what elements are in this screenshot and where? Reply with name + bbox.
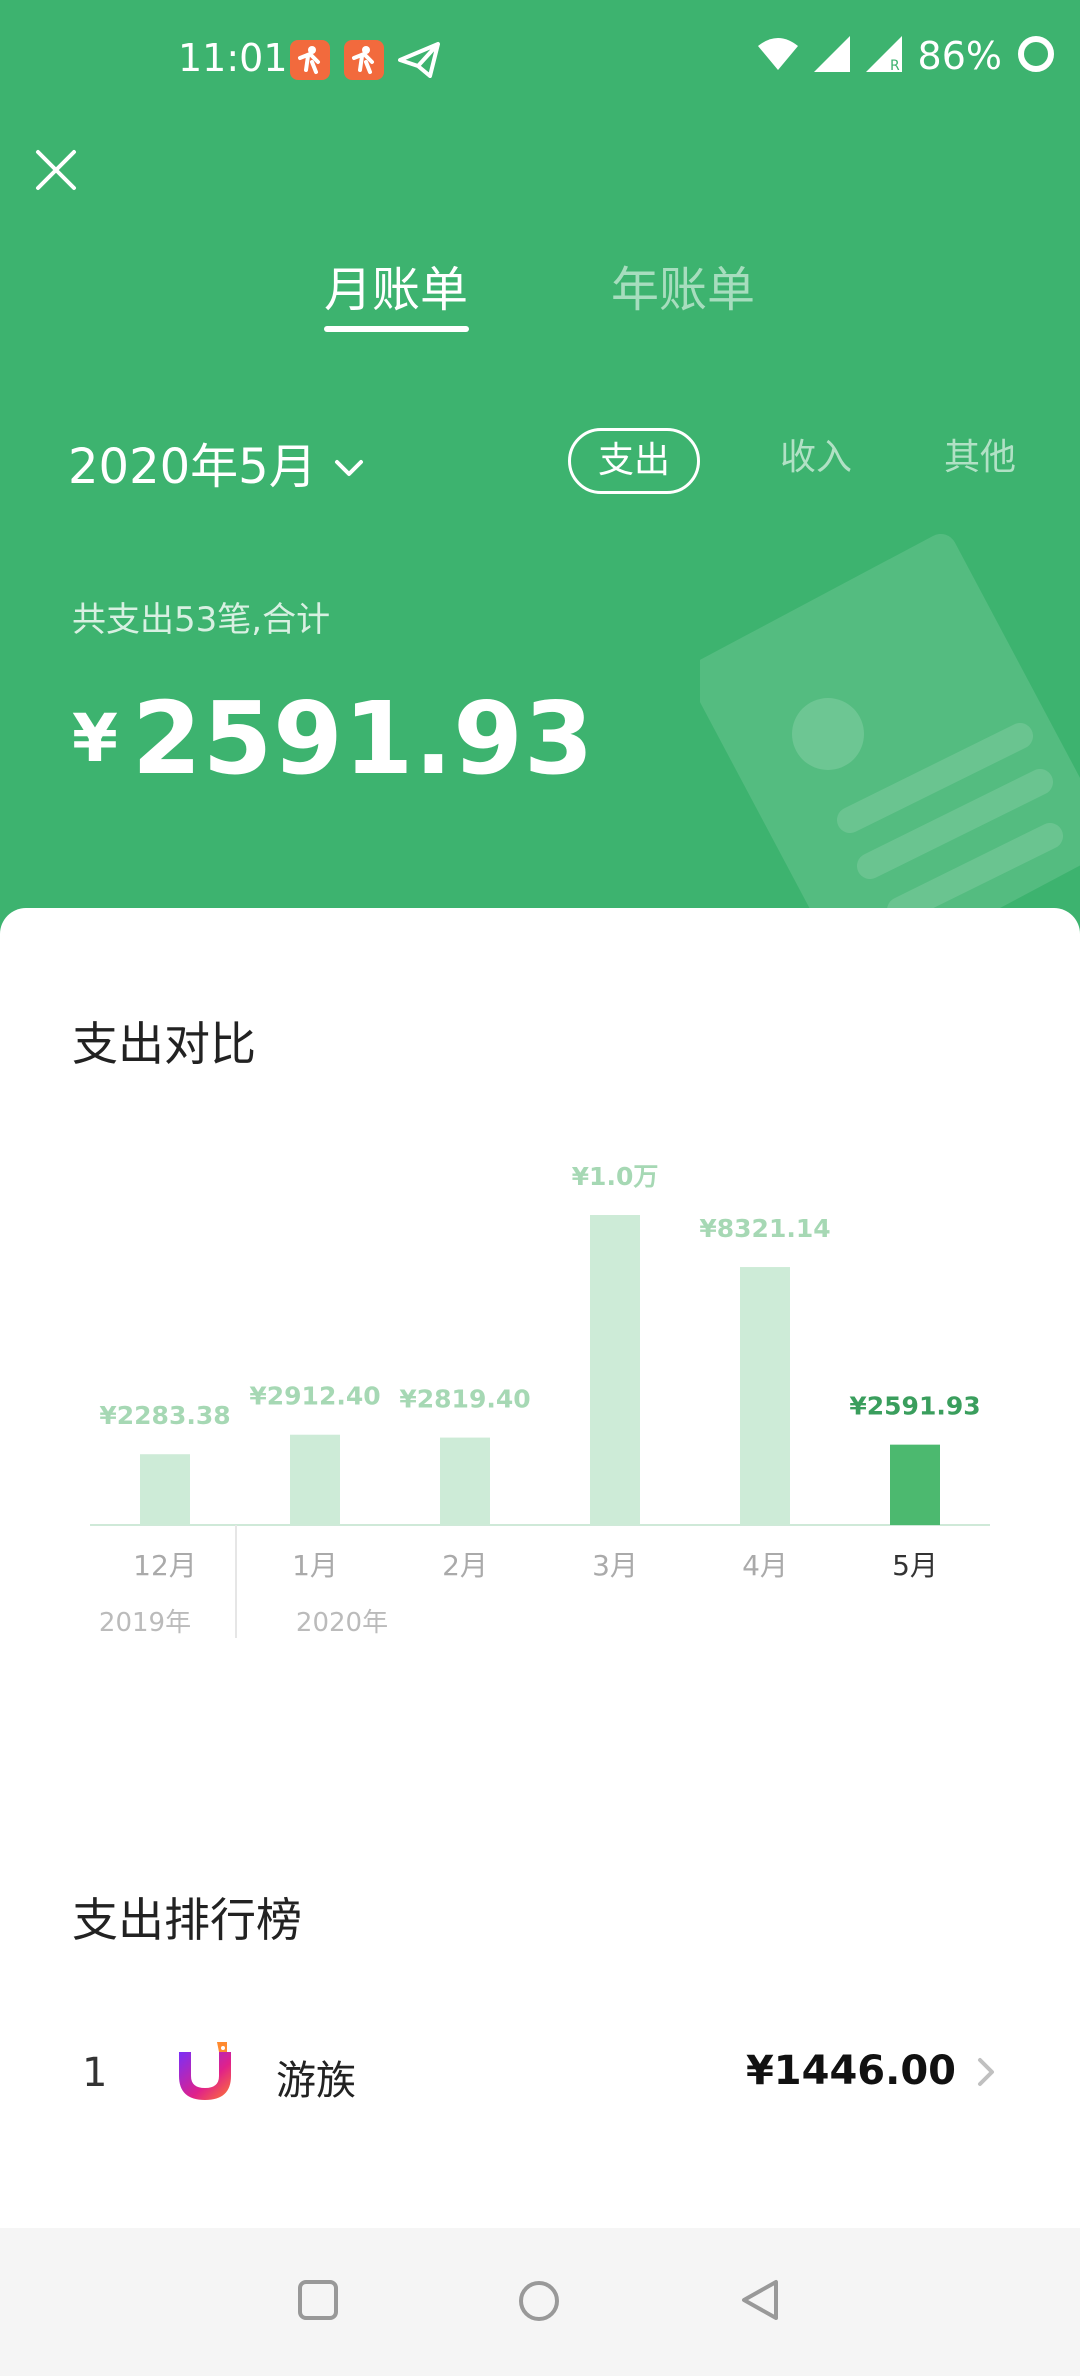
chart-bar — [440, 1437, 490, 1525]
chart-bar — [590, 1215, 640, 1525]
filter-other-button[interactable]: 其他 — [930, 428, 1030, 488]
x-axis-label: 5月 — [892, 1549, 938, 1582]
x-axis-label: 2月 — [442, 1549, 488, 1582]
selected-month: 2020年5月 — [68, 439, 317, 495]
app-notification-icon — [290, 40, 330, 80]
filter-expense-button[interactable]: 支出 — [568, 428, 700, 494]
total-amount: 2591.93 — [132, 680, 595, 797]
bar-value-label: ¥2819.40 — [399, 1385, 530, 1414]
home-button[interactable] — [516, 2278, 562, 2328]
bar-value-label: ¥2283.38 — [99, 1401, 230, 1430]
expense-summary-text: 共支出53笔,合计 — [72, 600, 331, 640]
expense-comparison-chart: ¥2283.38 12月 ¥2912.40 1月 ¥2819.40 2月 ¥1.0万 3月 ¥8… — [90, 1162, 990, 1638]
bar-value-label: ¥2591.93 — [849, 1392, 980, 1421]
x-axis-label: 1月 — [292, 1549, 338, 1582]
signal-roaming-icon: R — [865, 36, 904, 76]
chevron-right-icon — [976, 2056, 996, 2092]
recent-apps-button[interactable] — [296, 2278, 340, 2326]
filter-income-button[interactable]: 收入 — [766, 428, 866, 488]
ranking-item[interactable]: 1 游族 ¥1446.00 — [0, 2008, 1080, 2138]
system-icons: R 86% — [756, 34, 1056, 78]
year-label: 2020年 — [296, 1608, 388, 1638]
chart-bar — [890, 1444, 940, 1525]
close-icon[interactable] — [30, 144, 82, 196]
battery-percent: 86% — [917, 34, 1002, 78]
x-axis-label: 3月 — [592, 1549, 638, 1582]
month-selector[interactable]: 2020年5月 — [68, 427, 365, 497]
active-tab-indicator — [324, 326, 469, 332]
expense-ranking-title: 支出排行榜 — [72, 1893, 302, 1947]
expense-comparison-title: 支出对比 — [72, 1017, 256, 1071]
merchant-name: 游族 — [276, 2058, 356, 2104]
ranking-amount: ¥1446.00 — [745, 2048, 956, 2094]
year-label: 2019年 — [99, 1608, 191, 1638]
status-time: 11:01 — [178, 36, 288, 80]
back-button[interactable] — [738, 2278, 782, 2326]
tab-yearly-bill[interactable]: 年账单 — [611, 250, 755, 320]
chart-bar — [740, 1267, 790, 1525]
signal-icon — [813, 36, 852, 76]
ranking-number: 1 — [82, 2050, 108, 2096]
x-axis-label: 4月 — [742, 1549, 788, 1582]
x-axis-label: 12月 — [133, 1549, 197, 1582]
chevron-down-icon — [333, 434, 365, 490]
system-navigation-bar — [0, 2228, 1080, 2376]
status-bar: 11:01 R 86% — [0, 0, 1080, 120]
bar-value-label: ¥2912.40 — [249, 1382, 380, 1411]
bar-value-label: ¥8321.14 — [699, 1214, 830, 1243]
bill-details-card: 支出对比 ¥2283.38 12月 ¥2912.40 1月 ¥2819.40 2月 ¥1.0… — [0, 908, 1080, 2228]
battery-icon — [1016, 34, 1056, 78]
telegram-icon — [398, 40, 440, 84]
bar-value-label: ¥1.0万 — [572, 1162, 659, 1191]
currency-symbol: ¥ — [72, 700, 118, 777]
youzu-logo-icon — [175, 2038, 235, 2104]
bill-document-illustration — [688, 520, 1080, 960]
svg-text:R: R — [890, 58, 900, 72]
tab-monthly-bill[interactable]: 月账单 — [324, 250, 468, 320]
chart-bar — [290, 1434, 340, 1525]
app-notification-icon — [344, 40, 384, 80]
chart-bar — [140, 1454, 190, 1525]
bill-header: 11:01 R 86% 月账单 年账单 2020年5月 支出 收入 其他 共支出… — [0, 0, 1080, 960]
wifi-icon — [756, 36, 800, 76]
